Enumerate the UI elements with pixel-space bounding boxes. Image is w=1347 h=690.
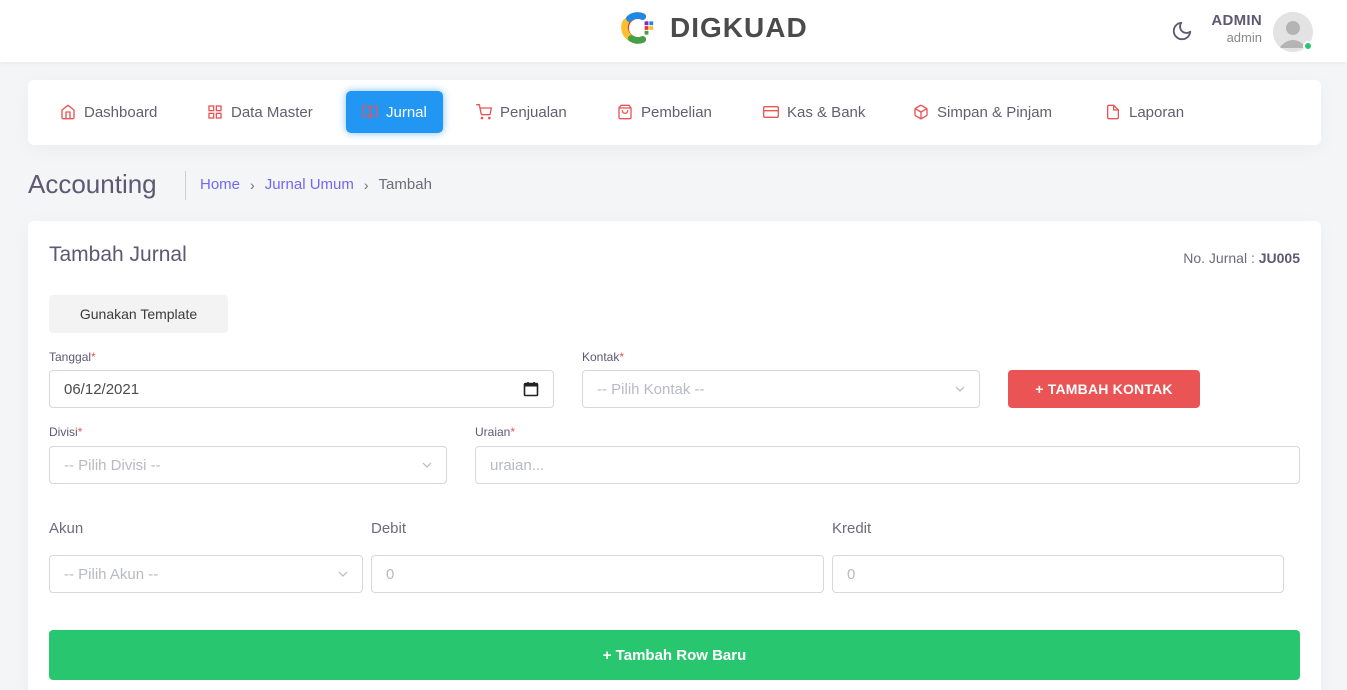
kontak-label-text: Kontak [582,350,620,364]
breadcrumb: Home › Jurnal Umum › Tambah [200,176,432,193]
menu-label: Jurnal [386,103,427,121]
divisi-label-text: Divisi [49,425,78,439]
file-icon [1107,104,1119,120]
user-role: admin [1226,30,1262,45]
menu-item-jurnal[interactable]: Jurnal [346,91,443,133]
tanggal-label-text: Tanggal [49,350,92,364]
column-header-akun: Akun [49,520,84,537]
menu-item-pembelian[interactable]: Pembelian [601,91,728,133]
required-mark: * [77,425,83,439]
jurnal-form-card: Tambah Jurnal No. Jurnal : JU005 Gunakan… [28,221,1321,690]
kontak-label: Kontak* [582,350,624,364]
page-title: Accounting [28,169,157,199]
jurnal-number: No. Jurnal : JU005 [1183,250,1300,266]
menu-label: Simpan & Pinjam [937,103,1053,121]
menu-label: Laporan [1129,103,1185,121]
add-row-button[interactable]: + Tambah Row Baru [49,630,1300,680]
chevron-right-icon: › [250,176,255,193]
chevron-right-icon: › [363,176,369,193]
required-mark: * [91,350,96,364]
use-template-button[interactable]: Gunakan Template [49,295,228,333]
column-header-debit: Debit [371,520,407,537]
breadcrumb-current: Tambah [378,176,432,193]
tanggal-date-input[interactable]: 06/12/2021 [49,370,554,408]
brand-logo-icon [621,12,654,44]
menu-label: Penjualan [500,103,567,121]
cart-icon [476,104,492,120]
calendar-icon[interactable] [523,381,539,397]
uraian-placeholder: uraian... [490,456,545,474]
divisi-label: Divisi* [49,425,82,439]
brand[interactable]: DIGKUAD [618,9,808,47]
book-open-icon [362,105,378,119]
credit-card-icon [763,106,779,118]
akun-placeholder: -- Pilih Akun -- [64,565,159,583]
tambah-kontak-button[interactable]: + TAMBAH KONTAK [1008,370,1200,408]
brand-name: DIGKUAD [670,12,808,43]
kredit-input[interactable]: 0 [832,555,1284,593]
menu-item-data-master[interactable]: Data Master [191,91,329,133]
menu-item-dashboard[interactable]: Dashboard [44,91,173,133]
required-mark: * [619,350,625,364]
menu-label: Pembelian [641,103,712,121]
grid-icon [208,105,222,119]
jurnal-number-value: JU005 [1258,250,1300,266]
top-navbar: DIGKUAD ADMIN admin [0,0,1347,62]
akun-select[interactable]: -- Pilih Akun -- [49,555,363,593]
divisi-select[interactable]: -- Pilih Divisi -- [49,446,447,484]
chevron-down-icon [422,462,432,468]
breadcrumb-jurnal-umum[interactable]: Jurnal Umum [265,176,354,193]
chevron-down-icon [955,386,965,392]
uraian-label-text: Uraian [475,425,511,439]
online-status-dot [1303,41,1313,51]
uraian-input[interactable]: uraian... [475,446,1300,484]
uraian-label: Uraian* [475,425,515,439]
menu-label: Kas & Bank [787,103,866,121]
menu-label: Dashboard [84,103,158,121]
tanggal-value: 06/12/2021 [64,380,140,398]
menu-item-penjualan[interactable]: Penjualan [460,91,583,133]
box-icon [914,104,928,120]
column-header-kredit: Kredit [832,520,872,537]
main-menu: Dashboard Data Master Jurnal Penjualan P… [28,80,1321,145]
debit-placeholder: 0 [386,565,395,583]
form-title: Tambah Jurnal [49,243,187,266]
jurnal-number-label: No. Jurnal : [1183,250,1259,266]
menu-label: Data Master [231,103,313,121]
chevron-down-icon [338,571,348,577]
kontak-placeholder: -- Pilih Kontak -- [597,380,705,398]
home-icon [61,104,75,120]
required-mark: * [510,425,516,439]
menu-item-simpan-pinjam[interactable]: Simpan & Pinjam [897,91,1068,133]
user-info[interactable]: ADMIN admin [1190,12,1262,45]
kontak-select[interactable]: -- Pilih Kontak -- [582,370,980,408]
breadcrumb-home[interactable]: Home [200,176,240,193]
menu-item-laporan[interactable]: Laporan [1089,91,1200,133]
breadcrumb-divider [185,171,186,200]
debit-input[interactable]: 0 [371,555,824,593]
tanggal-label: Tanggal* [49,350,96,364]
user-name: ADMIN [1211,12,1262,29]
kredit-placeholder: 0 [847,565,856,583]
divisi-placeholder: -- Pilih Divisi -- [64,456,161,474]
shopping-bag-icon [618,104,632,120]
menu-item-kas-bank[interactable]: Kas & Bank [747,91,881,133]
